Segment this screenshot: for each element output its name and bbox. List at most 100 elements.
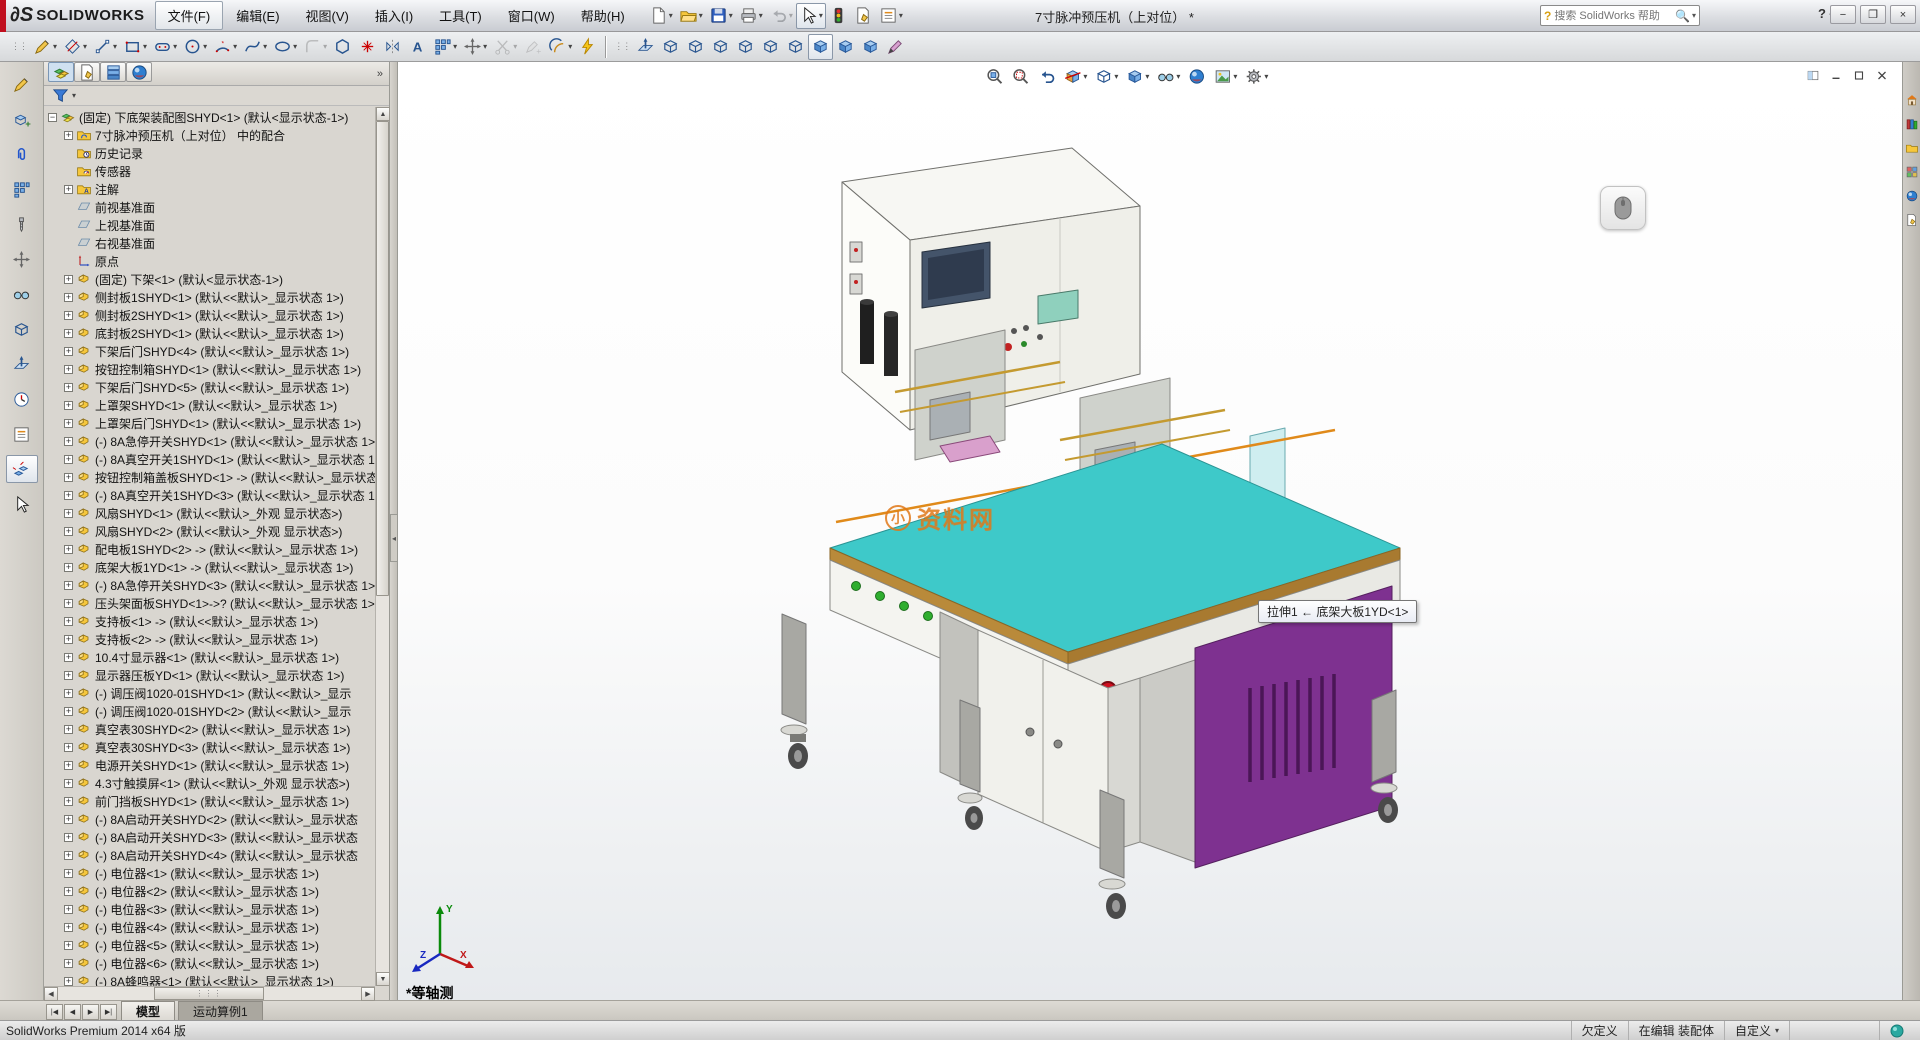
expand-icon[interactable]: + bbox=[64, 886, 73, 896]
new-file-button[interactable]: ▾ bbox=[646, 3, 676, 29]
expand-icon[interactable]: + bbox=[64, 364, 73, 374]
featuremanager-tab[interactable] bbox=[48, 62, 74, 83]
expand-icon[interactable]: + bbox=[64, 508, 73, 518]
mouse-gesture-button[interactable] bbox=[1600, 186, 1646, 230]
tree-item[interactable]: + 前门挡板SHYD<1> (默认<<默认>_显示状态 1>) bbox=[44, 792, 389, 810]
reference-geometry-button[interactable] bbox=[6, 350, 38, 378]
tree-item[interactable]: + (-) 8A启动开关SHYD<4> (默认<<默认>_显示状态 bbox=[44, 846, 389, 864]
minimize-button[interactable]: − bbox=[1830, 5, 1856, 24]
tree-item[interactable]: − (固定) 下底架装配图SHYD<1> (默认<显示状态-1>) bbox=[44, 108, 389, 126]
tree-item[interactable]: + 支持板<1> -> (默认<<默认>_显示状态 1>) bbox=[44, 612, 389, 630]
tree-item[interactable]: + 下架后门SHYD<5> (默认<<默认>_显示状态 1>) bbox=[44, 378, 389, 396]
tree-item[interactable]: + 底封板2SHYD<1> (默认<<默认>_显示状态 1>) bbox=[44, 324, 389, 342]
configurationmanager-tab[interactable] bbox=[100, 62, 126, 83]
tab-model[interactable]: 模型 bbox=[121, 1001, 176, 1020]
instant-3d-button[interactable] bbox=[6, 490, 38, 518]
tree-vertical-scrollbar[interactable]: ▲ ▼ bbox=[375, 107, 390, 986]
tree-item[interactable]: + 下架后门SHYD<4> (默认<<默认>_显示状态 1>) bbox=[44, 342, 389, 360]
propertymanager-tab[interactable] bbox=[74, 62, 100, 83]
tree-item[interactable]: + (-) 电位器<1> (默认<<默认>_显示状态 1>) bbox=[44, 864, 389, 882]
tree-horizontal-scrollbar[interactable]: ◀ ⋮⋮⋮ ▶ bbox=[44, 986, 375, 1001]
expand-icon[interactable]: + bbox=[64, 310, 73, 320]
search-input[interactable] bbox=[1554, 9, 1676, 22]
hscroll-thumb[interactable]: ⋮⋮⋮ bbox=[154, 987, 264, 1000]
expand-icon[interactable]: + bbox=[64, 652, 73, 662]
expand-icon[interactable]: + bbox=[64, 724, 73, 734]
status-task-pane-icon[interactable] bbox=[1879, 1021, 1914, 1040]
tree-item[interactable]: 上视基准面 bbox=[44, 216, 389, 234]
expand-icon[interactable]: + bbox=[64, 616, 73, 626]
expand-icon[interactable]: + bbox=[64, 904, 73, 914]
expand-icon[interactable]: + bbox=[64, 832, 73, 842]
exploded-view-button[interactable] bbox=[5, 455, 38, 483]
view-top-button[interactable] bbox=[758, 34, 783, 60]
expand-icon[interactable]: + bbox=[64, 706, 73, 716]
doc-minimize-button[interactable] bbox=[1826, 66, 1846, 84]
tree-item[interactable]: + 风扇SHYD<2> (默认<<默认>_外观 显示状态>) bbox=[44, 522, 389, 540]
tab-scroll-first-button[interactable]: |◀ bbox=[46, 1004, 63, 1020]
menu-insert[interactable]: 插入(I) bbox=[362, 1, 426, 30]
select-arrow-button[interactable]: ▾ bbox=[795, 2, 826, 29]
tree-item[interactable]: + 底架大板1YD<1> -> (默认<<默认>_显示状态 1>) bbox=[44, 558, 389, 576]
custom-properties-tab[interactable] bbox=[1904, 212, 1920, 228]
rebuild-button[interactable] bbox=[826, 3, 851, 29]
ellipse-button[interactable]: ▾ bbox=[270, 34, 300, 60]
file-properties-button[interactable] bbox=[851, 3, 876, 29]
options-button[interactable]: ▾ bbox=[876, 3, 906, 29]
expand-icon[interactable]: + bbox=[64, 634, 73, 644]
move-component-button[interactable] bbox=[6, 245, 38, 273]
expand-icon[interactable]: + bbox=[64, 670, 73, 680]
view-dimetric-button[interactable] bbox=[858, 34, 883, 60]
tab-motion-study[interactable]: 运动算例1 bbox=[178, 1001, 263, 1020]
view-settings-button[interactable]: ▾ bbox=[1241, 64, 1271, 89]
expand-icon[interactable]: + bbox=[64, 868, 73, 878]
search-dropdown-icon[interactable]: ▾ bbox=[1692, 11, 1696, 20]
expand-icon[interactable]: + bbox=[64, 130, 73, 140]
tree-item[interactable]: + 电源开关SHYD<1> (默认<<默认>_显示状态 1>) bbox=[44, 756, 389, 774]
print-button[interactable]: ▾ bbox=[736, 3, 766, 29]
tree-item[interactable]: +4.3寸触摸屏<1> (默认<<默认>_外观 显示状态>) bbox=[44, 774, 389, 792]
assembly-features-button[interactable] bbox=[6, 315, 38, 343]
corner-rectangle-button[interactable]: ▾ bbox=[120, 34, 150, 60]
expand-icon[interactable]: + bbox=[64, 418, 73, 428]
expand-icon[interactable]: + bbox=[64, 436, 73, 446]
status-custom-menu[interactable]: 自定义 ▾ bbox=[1723, 1021, 1789, 1040]
convert-entities-button[interactable]: + bbox=[520, 34, 545, 60]
tree-item[interactable]: 右视基准面 bbox=[44, 234, 389, 252]
mate-button[interactable] bbox=[6, 140, 38, 168]
expand-icon[interactable]: + bbox=[64, 688, 73, 698]
zoom-to-fit-button[interactable] bbox=[982, 64, 1007, 89]
expand-icon[interactable]: + bbox=[64, 184, 73, 194]
expand-icon[interactable]: + bbox=[64, 472, 73, 482]
displaymanager-tab[interactable] bbox=[126, 62, 152, 83]
vscroll-up-arrow[interactable]: ▲ bbox=[376, 107, 390, 121]
toolbar-grip-2[interactable]: ⋮⋮ bbox=[614, 41, 631, 52]
tree-item[interactable]: + (-) 电位器<4> (默认<<默认>_显示状态 1>) bbox=[44, 918, 389, 936]
spline-button[interactable]: ▾ bbox=[240, 34, 270, 60]
expand-icon[interactable]: + bbox=[64, 778, 73, 788]
close-button[interactable]: × bbox=[1890, 5, 1916, 24]
search-icon[interactable]: 🔍 bbox=[1675, 9, 1690, 23]
tree-item[interactable]: + 真空表30SHYD<3> (默认<<默认>_显示状态 1>) bbox=[44, 738, 389, 756]
expand-icon[interactable]: + bbox=[64, 940, 73, 950]
expand-icon[interactable]: + bbox=[64, 274, 73, 284]
view-isometric-button[interactable] bbox=[808, 33, 834, 60]
tree-item[interactable]: + (-) 调压阀1020-01SHYD<1> (默认<<默认>_显示 bbox=[44, 684, 389, 702]
menu-tools[interactable]: 工具(T) bbox=[426, 1, 495, 30]
view-back-button[interactable] bbox=[683, 34, 708, 60]
menu-edit[interactable]: 编辑(E) bbox=[223, 1, 292, 30]
insert-components-button[interactable]: + bbox=[6, 105, 38, 133]
tree-item[interactable]: 传感器 bbox=[44, 162, 389, 180]
line-button[interactable]: ▾ bbox=[90, 34, 120, 60]
graphics-viewport[interactable]: ▾ ▾ ▾ ▾ ▾ ▾ 小 资料网 拉伸1 ← 底架大板1YD<1> Y X Z… bbox=[398, 62, 1902, 1000]
tree-item[interactable]: + (-) 8A急停开关SHYD<1> (默认<<默认>_显示状态 1>) bbox=[44, 432, 389, 450]
view-bottom-button[interactable] bbox=[783, 34, 808, 60]
show-hidden-components-button[interactable] bbox=[6, 280, 38, 308]
tree-item[interactable]: + 配电板1SHYD<2> -> (默认<<默认>_显示状态 1>) bbox=[44, 540, 389, 558]
arc-button[interactable]: * ▾ bbox=[210, 34, 240, 60]
display-style-button[interactable]: ▾ bbox=[1122, 64, 1152, 89]
tree-item[interactable]: + (-) 8A真空开关1SHYD<3> (默认<<默认>_显示状态 1>) bbox=[44, 486, 389, 504]
view-left-button[interactable] bbox=[708, 34, 733, 60]
expand-icon[interactable]: + bbox=[64, 850, 73, 860]
tree-item[interactable]: + (-) 电位器<3> (默认<<默认>_显示状态 1>) bbox=[44, 900, 389, 918]
